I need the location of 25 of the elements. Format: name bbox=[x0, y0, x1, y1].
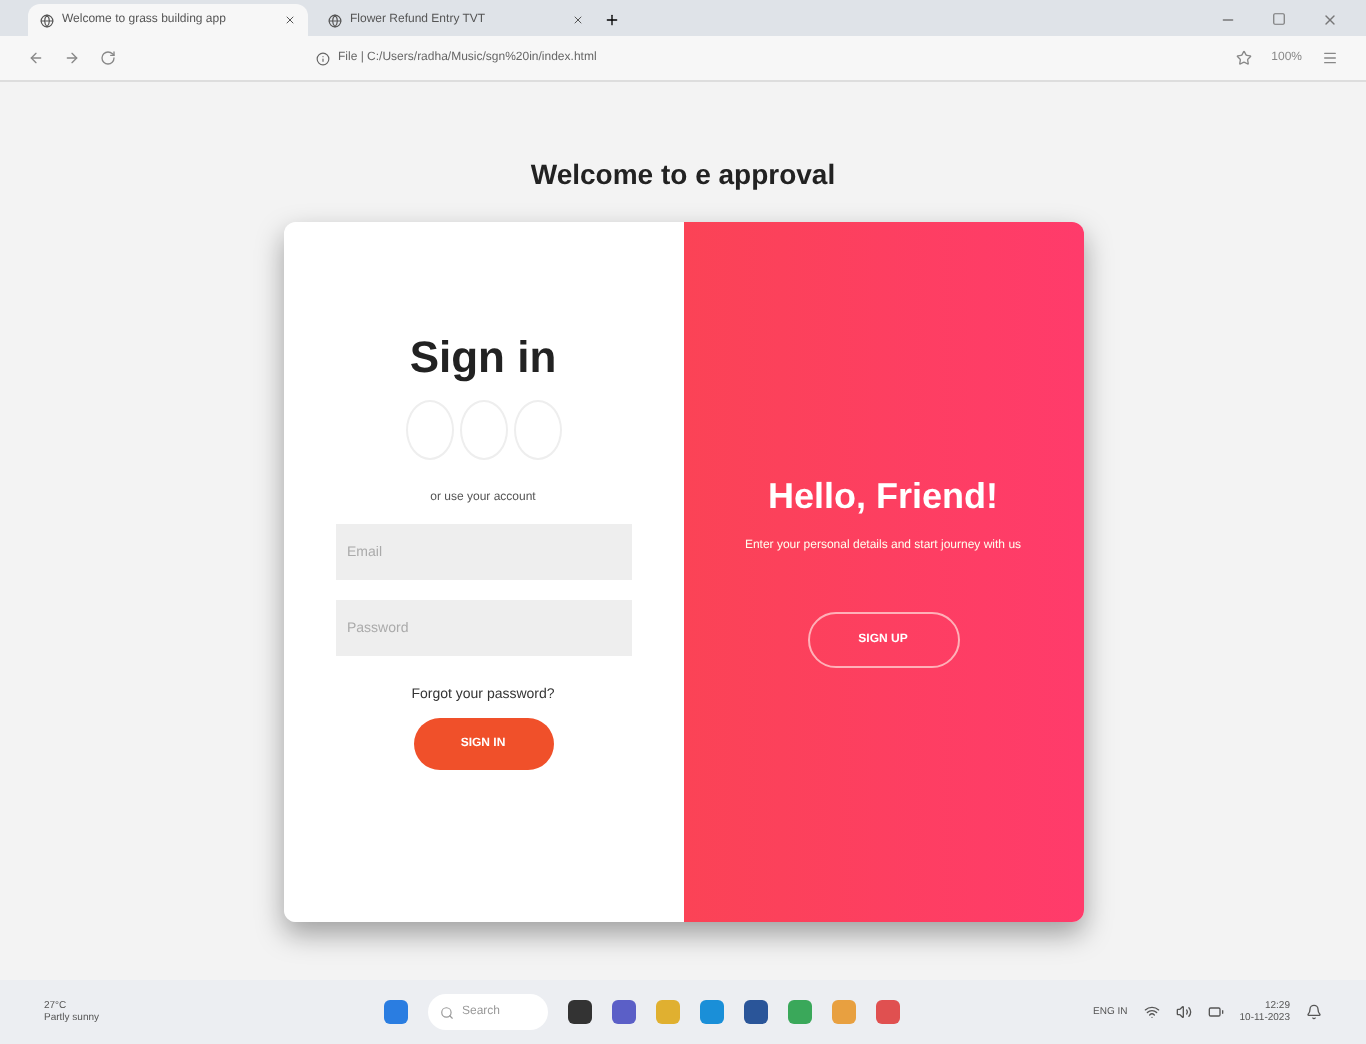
reload-icon[interactable] bbox=[100, 50, 116, 66]
app-icon[interactable] bbox=[744, 1000, 768, 1024]
page-heading: Welcome to e approval bbox=[530, 158, 836, 190]
close-icon[interactable] bbox=[572, 14, 584, 26]
app-icon[interactable] bbox=[568, 1000, 592, 1024]
app-icon[interactable] bbox=[612, 1000, 636, 1024]
sign-in-title: Sign in bbox=[409, 332, 557, 384]
battery-icon[interactable] bbox=[1207, 1004, 1224, 1020]
start-icon[interactable] bbox=[384, 1000, 408, 1024]
wifi-icon[interactable] bbox=[1143, 1004, 1160, 1020]
info-icon bbox=[316, 51, 330, 65]
notification-icon[interactable] bbox=[1306, 1004, 1322, 1020]
overlay-title: Hello, Friend! bbox=[767, 475, 998, 518]
back-icon[interactable] bbox=[28, 50, 44, 66]
search-icon bbox=[440, 1005, 454, 1019]
menu-icon[interactable] bbox=[1322, 50, 1338, 66]
maximize-icon[interactable] bbox=[1272, 12, 1286, 26]
globe-icon bbox=[40, 13, 54, 27]
new-tab-icon[interactable] bbox=[604, 12, 620, 28]
globe-icon bbox=[328, 13, 342, 27]
volume-icon[interactable] bbox=[1175, 1004, 1192, 1020]
forward-icon[interactable] bbox=[64, 50, 80, 66]
close-icon[interactable] bbox=[284, 14, 296, 26]
close-icon[interactable] bbox=[1322, 12, 1338, 28]
star-icon[interactable] bbox=[1235, 50, 1252, 66]
